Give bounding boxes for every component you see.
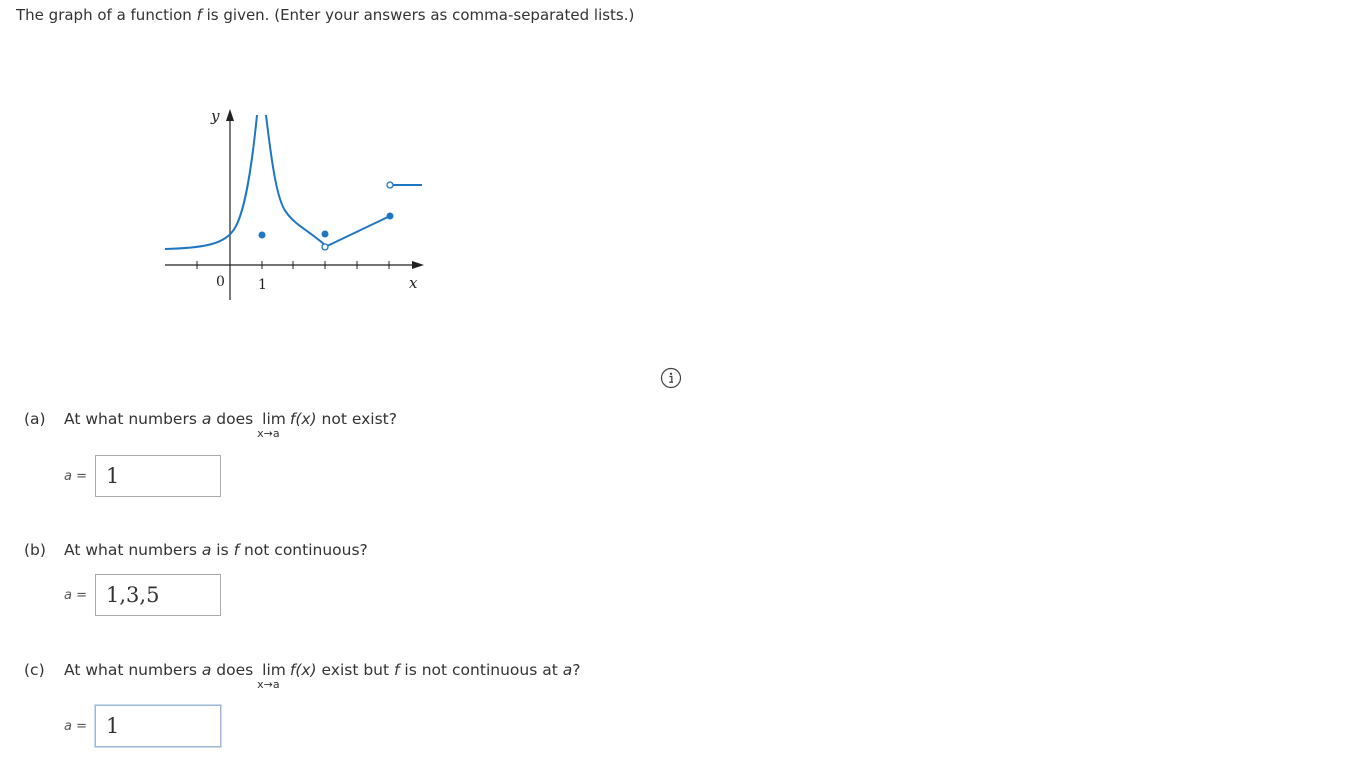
x-axis-arrow	[412, 261, 424, 269]
filled-point-at-5	[386, 212, 394, 220]
answer-row-b: a = 1,3,5	[64, 574, 222, 616]
intro-text-before: The graph of a function	[16, 6, 197, 24]
answer-row-a: a = 1	[64, 455, 222, 497]
curve-left-branch	[164, 114, 258, 250]
question-c: (c) At what numbers a does lim x→a f(x) ex…	[24, 661, 581, 691]
question-c-text: At what numbers a does lim x→a f(x) exist …	[64, 661, 581, 691]
answer-b-label: a =	[64, 587, 88, 603]
question-b-text: At what numbers a is f not continuous?	[64, 541, 368, 559]
x-axis-label: x	[409, 274, 418, 292]
question-b-label: (b)	[24, 541, 46, 559]
function-graph: y x 0 1	[164, 107, 424, 300]
open-point-at-5	[386, 181, 394, 189]
answer-c-input[interactable]: 1	[95, 705, 222, 747]
curve-right-branch	[265, 114, 326, 246]
limit-notation: lim x→a	[257, 410, 286, 440]
answer-a-label: a =	[64, 468, 88, 484]
question-a: (a) At what numbers a does lim x→a f(x) no…	[24, 410, 397, 440]
problem-statement: The graph of a function f is given. (Ent…	[16, 6, 634, 24]
answer-a-input[interactable]: 1	[95, 455, 222, 497]
answer-b-input[interactable]: 1,3,5	[95, 574, 222, 616]
question-c-label: (c)	[24, 661, 45, 679]
info-icon[interactable]	[660, 367, 682, 389]
open-point-at-3	[321, 243, 329, 251]
intro-text-after: is given. (Enter your answers as comma-s…	[201, 6, 635, 24]
question-a-text: At what numbers a does lim x→a f(x) not ex…	[64, 410, 397, 440]
tick-one-label: 1	[258, 277, 267, 293]
answer-c-label: a =	[64, 718, 88, 734]
limit-notation: lim x→a	[257, 661, 286, 691]
question-a-label: (a)	[24, 410, 46, 428]
filled-point-at-3	[321, 230, 329, 238]
line-segment-middle	[324, 215, 391, 248]
question-b: (b) At what numbers a is f not continuou…	[24, 541, 368, 559]
y-axis-arrow	[226, 109, 234, 121]
answer-row-c: a = 1	[64, 705, 222, 747]
y-axis-label: y	[210, 107, 220, 125]
origin-label: 0	[216, 274, 225, 290]
filled-point-at-1	[258, 231, 266, 239]
